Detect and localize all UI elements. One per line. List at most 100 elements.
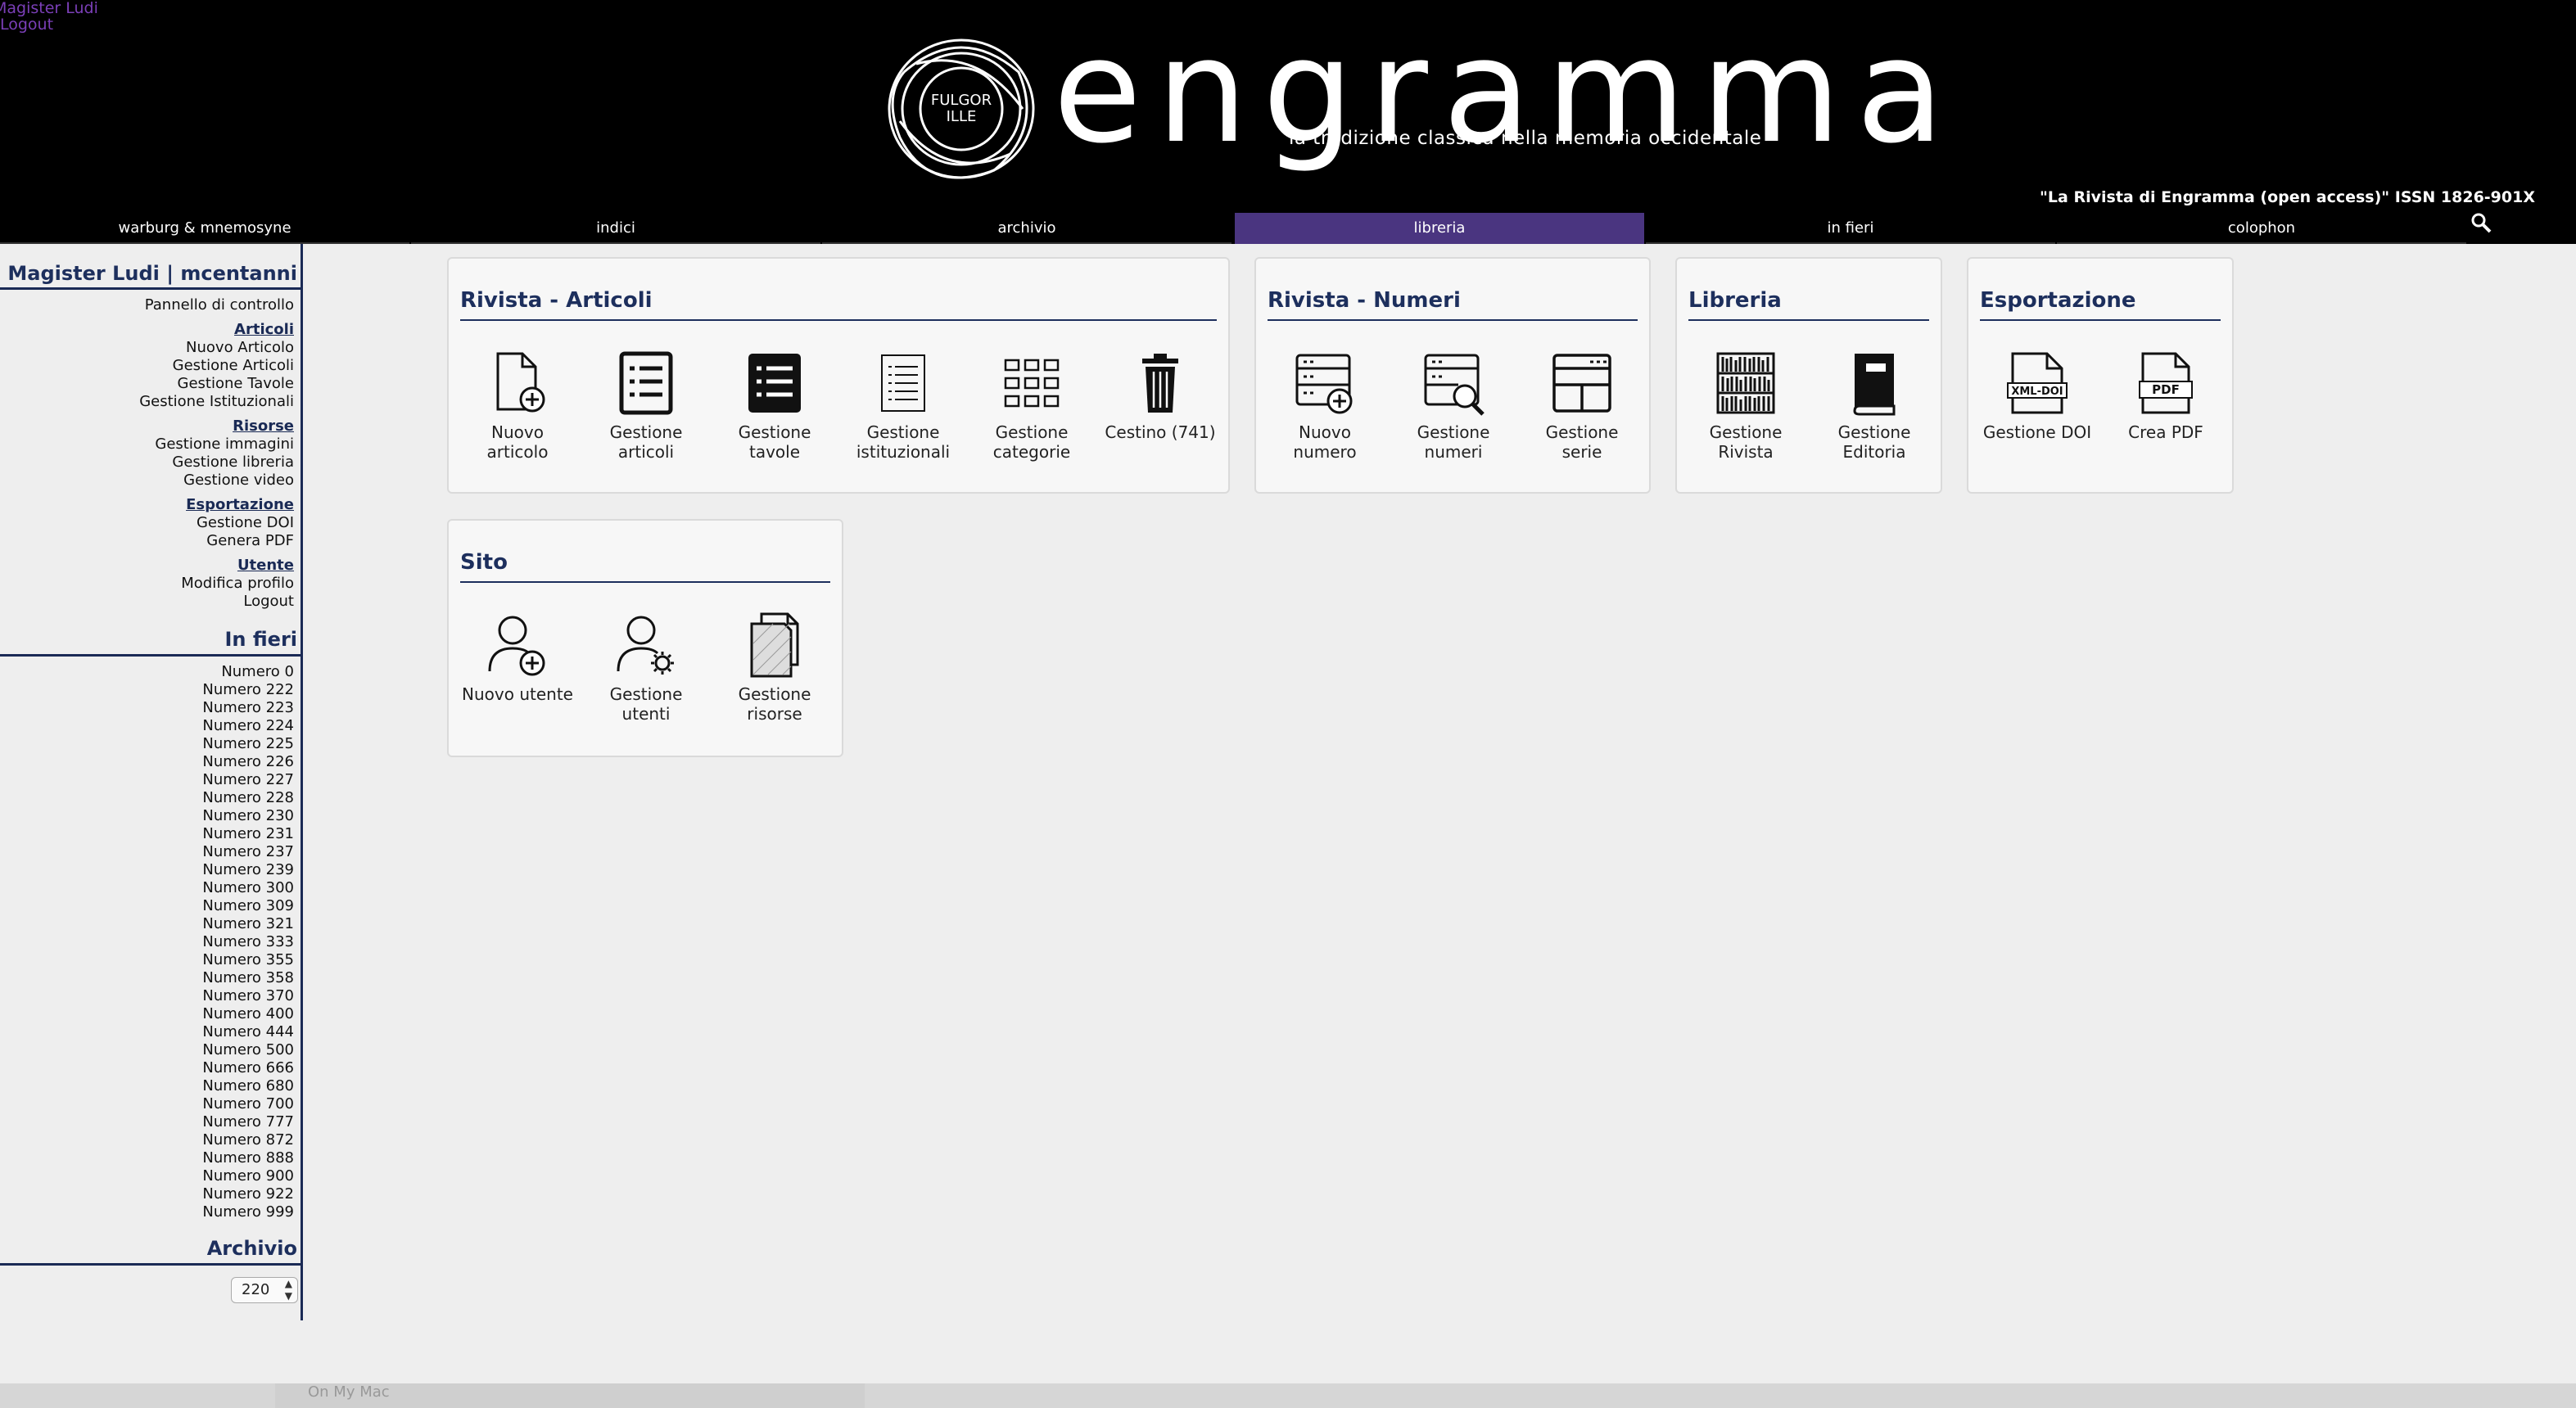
sidebar-item-numero[interactable]: Numero 333	[202, 933, 294, 951]
tile-crea-pdf[interactable]: PDF Crea PDF	[2108, 349, 2223, 442]
sidebar-item-numero[interactable]: Numero 225	[202, 735, 294, 753]
sidebar-item-gestione-doi[interactable]: Gestione DOI	[139, 514, 294, 532]
sidebar-item-numero[interactable]: Numero 309	[202, 897, 294, 915]
sidebar-user-heading: Magister Ludi | mcentanni	[0, 262, 301, 290]
nav-item-colophon[interactable]: colophon	[2057, 213, 2466, 244]
nav-item-archivio[interactable]: archivio	[822, 213, 1232, 244]
sidebar-item-numero[interactable]: Numero 370	[202, 987, 294, 1005]
sidebar-item-numero[interactable]: Numero 444	[202, 1023, 294, 1041]
tile-gestione-tavole[interactable]: Gestione tavole	[717, 349, 832, 462]
sidebar-archivio-heading: Archivio	[0, 1236, 301, 1266]
new-document-icon	[496, 352, 545, 413]
sidebar-item-numero[interactable]: Numero 500	[202, 1041, 294, 1059]
sidebar-item-numero[interactable]: Numero 999	[202, 1203, 294, 1221]
tile-label: Gestione Editoria	[1837, 422, 1911, 462]
resources-icon	[750, 612, 799, 678]
sidebar-item-genera-pdf[interactable]: Genera PDF	[139, 532, 294, 550]
tile-cestino[interactable]: Cestino (741)	[1103, 349, 1218, 442]
tile-gestione-categorie[interactable]: Gestione categorie	[974, 349, 1089, 462]
sidebar-item-numero[interactable]: Numero 666	[202, 1059, 294, 1077]
sidebar-item-gestione-video[interactable]: Gestione video	[139, 472, 294, 490]
trash-icon	[1142, 354, 1178, 413]
tile-nuovo-numero[interactable]: Nuovo numero	[1268, 349, 1382, 462]
sidebar-item-gestione-tavole[interactable]: Gestione Tavole	[139, 375, 294, 393]
sidebar-item-numero[interactable]: Numero 321	[202, 915, 294, 933]
nav-item-warburg[interactable]: warburg & mnemosyne	[0, 213, 409, 244]
sidebar-item-numero[interactable]: Numero 0	[202, 663, 294, 681]
sidebar-item-numero[interactable]: Numero 888	[202, 1149, 294, 1167]
sidebar-item-logout[interactable]: Logout	[139, 593, 294, 611]
sidebar-item-numero[interactable]: Numero 222	[202, 681, 294, 699]
sidebar-section-risorse[interactable]: Risorse	[139, 417, 294, 435]
sidebar-item-gestione-istituzionali[interactable]: Gestione Istituzionali	[139, 393, 294, 411]
nav-item-in-fieri[interactable]: in fieri	[1646, 213, 2055, 244]
tile-gestione-risorse[interactable]: Gestione risorse	[717, 611, 832, 724]
ouroboros-logo-icon[interactable]: FULGOR ILLE	[879, 31, 1043, 187]
sidebar-item-numero[interactable]: Numero 358	[202, 969, 294, 987]
logout-link[interactable]: Logout	[0, 16, 98, 33]
archivio-select[interactable]: 220 ▲ ▼	[231, 1277, 298, 1303]
sidebar-item-numero[interactable]: Numero 228	[202, 789, 294, 807]
card-title: Rivista - Articoli	[460, 288, 653, 313]
card-title: Sito	[460, 550, 508, 575]
select-arrows-icon: ▲ ▼	[284, 1278, 292, 1302]
tile-gestione-articoli[interactable]: Gestione articoli	[589, 349, 703, 462]
sidebar-item-numero[interactable]: Numero 231	[202, 825, 294, 843]
sidebar-item-numero[interactable]: Numero 227	[202, 771, 294, 789]
tile-gestione-istituzionali[interactable]: Gestione istituzionali	[846, 349, 960, 462]
nav-label: libreria	[1413, 219, 1466, 237]
tile-gestione-rivista[interactable]: Gestione Rivista	[1688, 349, 1803, 462]
sidebar-item-numero[interactable]: Numero 239	[202, 861, 294, 879]
sidebar-item-numero[interactable]: Numero 300	[202, 879, 294, 897]
sidebar-item-numero[interactable]: Numero 226	[202, 753, 294, 771]
sidebar-item-modifica-profilo[interactable]: Modifica profilo	[139, 575, 294, 593]
sidebar-item-numero[interactable]: Numero 230	[202, 807, 294, 825]
sidebar-item-gestione-articoli[interactable]: Gestione Articoli	[139, 357, 294, 375]
sidebar-item-gestione-libreria[interactable]: Gestione libreria	[139, 454, 294, 472]
tile-label: Crea PDF	[2128, 422, 2203, 442]
user-settings-icon	[617, 616, 674, 675]
sidebar-item-numero[interactable]: Numero 922	[202, 1185, 294, 1203]
finder-sidebar-ghost: On My Mac	[275, 1383, 865, 1408]
sidebar-item-numero[interactable]: Numero 700	[202, 1095, 294, 1113]
sidebar-item-numero[interactable]: Numero 224	[202, 717, 294, 735]
nav-item-libreria[interactable]: libreria	[1235, 213, 1644, 244]
sidebar-item-numero[interactable]: Numero 680	[202, 1077, 294, 1095]
tile-label: Nuovo utente	[462, 684, 573, 704]
tile-gestione-serie[interactable]: Gestione serie	[1525, 349, 1639, 462]
sidebar-item-gestione-immagini[interactable]: Gestione immagini	[139, 435, 294, 454]
tile-label: Nuovo articolo	[486, 422, 549, 462]
sidebar-item-nuovo-articolo[interactable]: Nuovo Articolo	[139, 339, 294, 357]
tile-gestione-numeri[interactable]: Gestione numeri	[1396, 349, 1511, 462]
sidebar-item-numero[interactable]: Numero 223	[202, 699, 294, 717]
sidebar: Magister Ludi | mcentanni Pannello di co…	[0, 244, 303, 1320]
sidebar-item-numero[interactable]: Numero 900	[202, 1167, 294, 1185]
logo-tagline: la tradizione classica nella memoria occ…	[1289, 128, 1762, 149]
tile-label: Nuovo numero	[1293, 422, 1357, 462]
tile-nuovo-articolo[interactable]: Nuovo articolo	[460, 349, 575, 462]
sidebar-section-utente[interactable]: Utente	[139, 557, 294, 575]
nav-label: in fieri	[1827, 219, 1874, 237]
sidebar-item-control-panel[interactable]: Pannello di controllo	[139, 296, 294, 314]
tile-gestione-editoria[interactable]: Gestione Editoria	[1817, 349, 1932, 462]
sidebar-section-esportazione[interactable]: Esportazione	[139, 496, 294, 514]
card-title: Rivista - Numeri	[1268, 288, 1461, 313]
tile-nuovo-utente[interactable]: Nuovo utente	[460, 611, 575, 704]
tile-gestione-utenti[interactable]: Gestione utenti	[589, 611, 703, 724]
sidebar-item-numero[interactable]: Numero 777	[202, 1113, 294, 1131]
sidebar-item-numero[interactable]: Numero 400	[202, 1005, 294, 1023]
thin-list-icon	[881, 354, 925, 412]
sidebar-item-numero[interactable]: Numero 237	[202, 843, 294, 861]
search-icon[interactable]	[2470, 211, 2492, 234]
tile-label: Gestione categorie	[992, 422, 1071, 462]
tile-label: Gestione Rivista	[1709, 422, 1783, 462]
sidebar-item-numero[interactable]: Numero 355	[202, 951, 294, 969]
profile-link[interactable]: Magister Ludi	[0, 0, 98, 16]
sidebar-section-articoli[interactable]: Articoli	[139, 321, 294, 339]
tile-label: Gestione DOI	[1982, 422, 2092, 442]
xml-doi-icon: XML-DOI	[2007, 352, 2068, 414]
card-libreria: Libreria Gestione Rivista Gestione Editori…	[1675, 257, 1942, 494]
tile-gestione-doi[interactable]: XML-DOI Gestione DOI	[1980, 349, 2095, 442]
sidebar-item-numero[interactable]: Numero 872	[202, 1131, 294, 1149]
nav-item-indici[interactable]: indici	[411, 213, 820, 244]
